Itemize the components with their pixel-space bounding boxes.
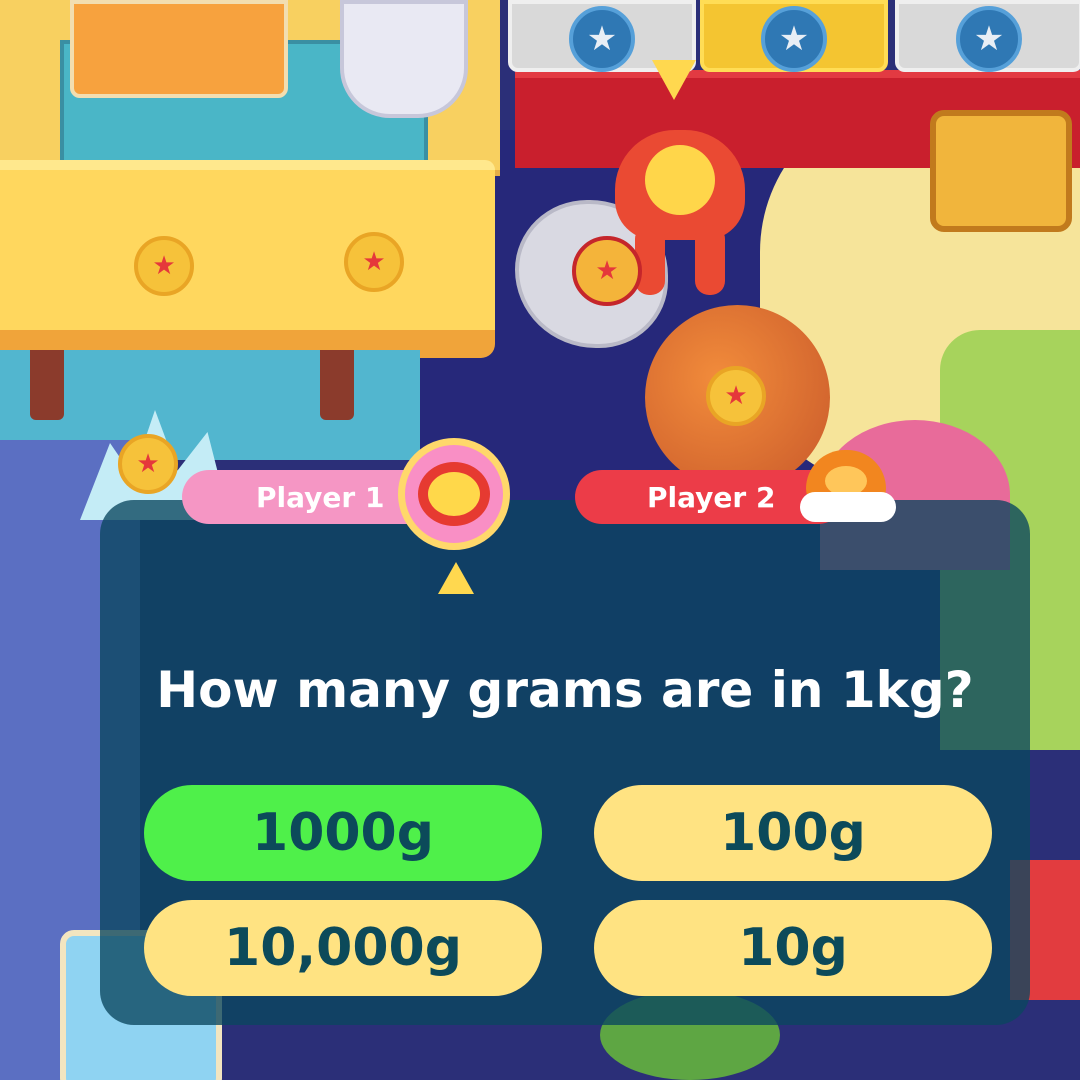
star-coin-icon: ★	[344, 232, 404, 292]
answer-button-10g[interactable]: 10g	[594, 900, 992, 996]
answer-button-10000g[interactable]: 10,000g	[144, 900, 542, 996]
star-coin-icon: ★	[134, 236, 194, 296]
orange-block	[70, 0, 288, 98]
player-2-avatar	[800, 440, 896, 526]
cloud-icon	[800, 492, 896, 522]
star-badge-icon: ★	[761, 6, 827, 72]
character-face	[645, 145, 715, 215]
position-pointer-icon	[652, 60, 696, 100]
player-2-label: Player 2	[647, 480, 776, 514]
player-1-label: Player 1	[256, 480, 385, 514]
star-tile: ★	[700, 0, 888, 72]
table-leg	[30, 350, 64, 420]
character-arm	[695, 225, 725, 295]
treasure-chest-icon	[930, 110, 1072, 232]
star-badge-icon: ★	[569, 6, 635, 72]
answer-button-1000g[interactable]: 1000g	[144, 785, 542, 881]
player-1-avatar-face	[418, 462, 490, 526]
table-leg	[320, 350, 354, 420]
quiz-question: How many grams are in 1kg?	[156, 661, 974, 719]
robot-character	[340, 0, 468, 118]
star-tile: ★	[895, 0, 1080, 72]
star-badge-icon: ★	[956, 6, 1022, 72]
answer-button-100g[interactable]: 100g	[594, 785, 992, 881]
star-coin-icon: ★	[572, 236, 642, 306]
star-coin-icon: ★	[706, 366, 766, 426]
star-coin-icon: ★	[118, 434, 178, 494]
current-turn-arrow-icon	[438, 562, 474, 594]
player-1-avatar	[398, 438, 510, 550]
yellow-platform	[0, 160, 495, 358]
